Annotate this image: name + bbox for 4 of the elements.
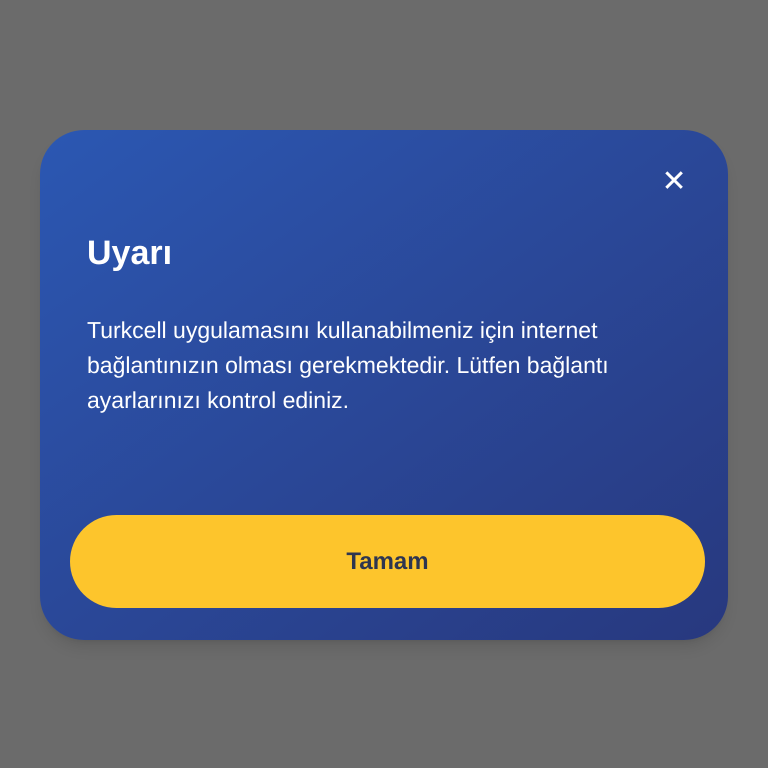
close-button[interactable]: ✕ [658, 166, 690, 198]
ok-button[interactable]: Tamam [70, 515, 705, 608]
dialog-title: Uyarı [86, 233, 172, 274]
dialog-message: Turkcell uygulamasını kullanabilmeniz için internet bağlantınızın olması gerekmektedir. Lütfen bağlantı ayarlarınızı kontrol ediniz. [86, 316, 610, 415]
